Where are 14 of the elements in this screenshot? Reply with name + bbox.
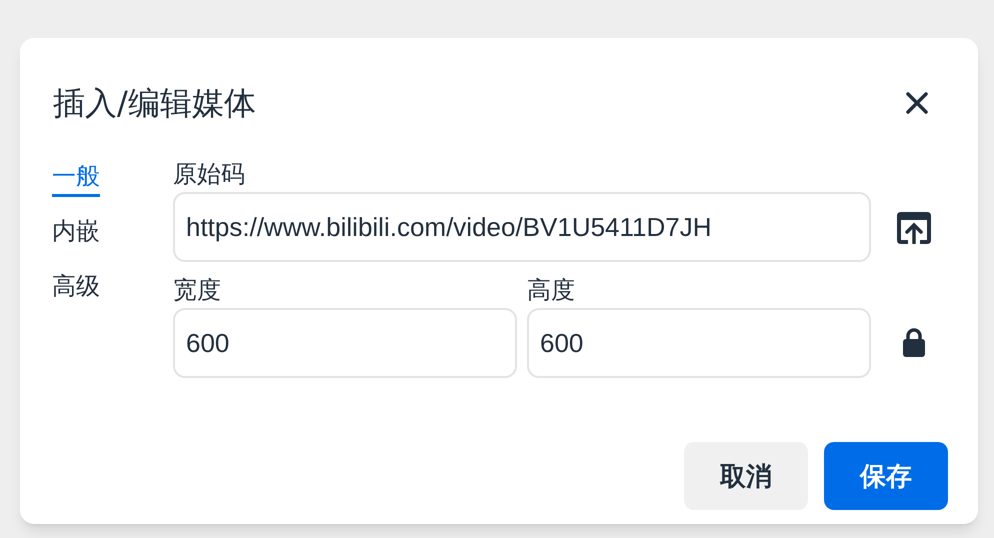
cancel-button[interactable]: 取消 [684,442,808,510]
width-field[interactable]: 600 [173,308,517,378]
height-field[interactable]: 600 [527,308,871,378]
upload-icon[interactable] [896,210,932,246]
lock-icon[interactable] [902,326,926,358]
dialog-title: 插入/编辑媒体 [53,87,256,119]
tab[interactable]: 内嵌 [52,215,100,252]
tab[interactable]: 高级 [52,270,100,307]
field-label: 高度 [527,276,576,306]
source-field[interactable]: https://www.bilibili.com/video/BV1U5411D7JH [173,192,871,262]
save-button[interactable]: 保存 [824,442,948,510]
field-label: 宽度 [173,276,222,306]
field-label: 原始码 [173,160,246,190]
tab[interactable]: 一般 [52,160,100,197]
